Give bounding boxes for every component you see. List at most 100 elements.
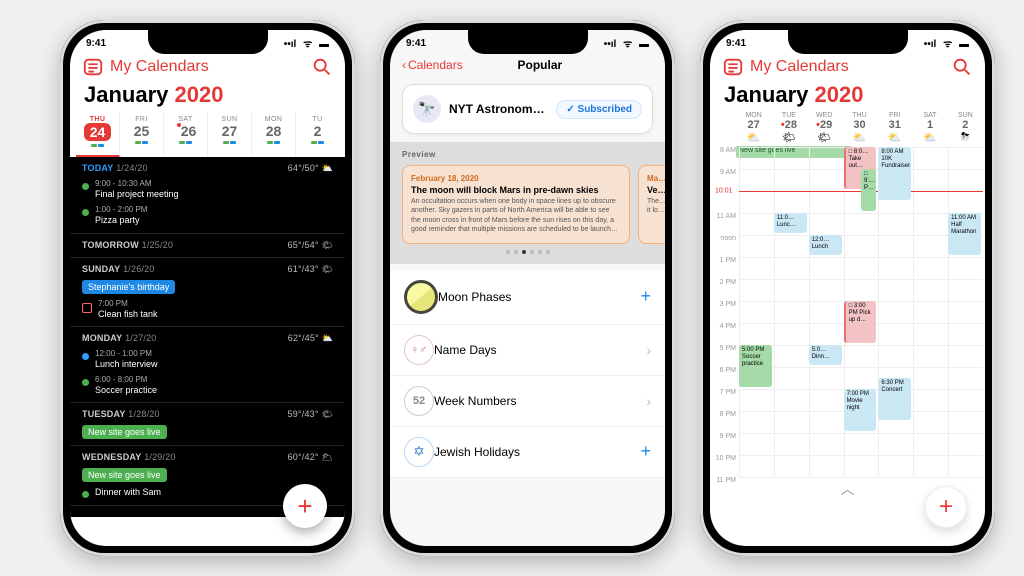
week-day-cell[interactable]: WED •29 🌤 bbox=[807, 112, 842, 144]
add-icon[interactable]: + bbox=[640, 441, 651, 462]
signal-icon: ••ıl bbox=[604, 39, 617, 50]
hour-label: 11 AM bbox=[710, 213, 736, 235]
search-icon[interactable] bbox=[311, 56, 333, 78]
page-dots[interactable] bbox=[402, 244, 653, 254]
agenda-list[interactable]: TODAY 1/24/20 64°/50° ⛅ 9:00 - 10:30 AMF… bbox=[70, 157, 345, 517]
week-day-cell[interactable]: MON 27 ⛅ bbox=[736, 112, 771, 144]
week-event[interactable]: 5:00 PM Soccer practice bbox=[739, 345, 772, 387]
signal-icon: ••ıl bbox=[284, 39, 297, 50]
battery-icon: ▬ bbox=[639, 39, 649, 50]
add-event-button[interactable]: + bbox=[925, 486, 967, 528]
week-day-cell[interactable]: SAT 1 ⛅ bbox=[912, 112, 947, 144]
name-icon: ♀♂ bbox=[404, 335, 434, 365]
suggestion-row[interactable]: ♀♂ Name Days › bbox=[390, 325, 665, 376]
week-event[interactable]: □ 3:00 PM Pick up d… bbox=[844, 301, 877, 343]
featured-calendar-card[interactable]: 🔭 NYT Astronomy and… ✓ Subscribed bbox=[402, 84, 653, 134]
calendar-suggestion-list: Moon Phases +♀♂ Name Days ›52 Week Numbe… bbox=[390, 270, 665, 478]
day-of-week: TU bbox=[296, 116, 339, 123]
status-time: 9:41 bbox=[726, 38, 746, 49]
all-day-pill: Stephanie's birthday bbox=[82, 280, 175, 294]
week-event[interactable]: 11:00 AM Half Marathon bbox=[948, 213, 981, 255]
week-event[interactable]: 12:0… Lunch bbox=[809, 235, 842, 255]
busy-indicator bbox=[76, 144, 119, 147]
weather-icon: 🌤 bbox=[771, 131, 806, 144]
chevron-left-icon: ‹ bbox=[402, 58, 406, 72]
agenda-day: SUNDAY 1/26/20 61°/43° 🌤Stephanie's birt… bbox=[70, 258, 345, 327]
hour-label: 9 PM bbox=[710, 433, 736, 455]
day-of-week: THU bbox=[76, 116, 119, 123]
moon-icon bbox=[404, 280, 438, 314]
notch bbox=[468, 30, 588, 54]
day-strip[interactable]: THU 24 FRI 25 SAT 26 SUN 27 MON 28 TU 2 bbox=[70, 112, 345, 157]
header-bar: My Calendars bbox=[70, 52, 345, 82]
year-label: 2020 bbox=[175, 82, 224, 107]
wifi-icon: ᯤ bbox=[623, 39, 632, 50]
day-of-week: SUN bbox=[948, 112, 983, 119]
agenda-event[interactable]: 7:00 PMClean fish tank bbox=[82, 299, 333, 320]
hour-label: 10 PM bbox=[710, 455, 736, 477]
day-of-week: SUN bbox=[208, 116, 251, 123]
month-title[interactable]: January 2020 bbox=[70, 82, 345, 112]
suggestion-label: Moon Phases bbox=[438, 290, 640, 304]
week-event[interactable]: 8:00 AM 10K Fundraiser bbox=[878, 147, 911, 200]
hour-label: 2 PM bbox=[710, 279, 736, 301]
preview-body: An occultation occurs when one body in s… bbox=[411, 197, 621, 235]
task-checkbox[interactable] bbox=[82, 303, 92, 313]
agenda-event[interactable]: 1:00 - 2:00 PMPizza party bbox=[82, 205, 333, 226]
agenda-event[interactable]: 12:00 - 1:00 PMLunch interview bbox=[82, 349, 333, 370]
day-of-week: SAT bbox=[912, 112, 947, 119]
agenda-event[interactable]: 6:00 - 8:00 PMSoccer practice bbox=[82, 375, 333, 396]
preview-date: Ma… bbox=[647, 174, 665, 183]
suggestion-row[interactable]: ✡ Jewish Holidays + bbox=[390, 427, 665, 478]
suggestion-row[interactable]: 52 Week Numbers › bbox=[390, 376, 665, 427]
week-day-header[interactable]: MON 27 ⛅TUE •28 🌤WED •29 🌤THU 30 ⛅FRI 31… bbox=[710, 112, 985, 144]
week-event[interactable]: 7:00 PM Movie night bbox=[844, 389, 877, 431]
day-cell[interactable]: MON 28 bbox=[252, 112, 296, 157]
all-day-pill: New site goes live bbox=[82, 468, 167, 482]
week-event[interactable]: □ 9:… P… bbox=[861, 169, 876, 211]
nav-title: Popular bbox=[427, 58, 653, 72]
week-day-cell[interactable]: THU 30 ⛅ bbox=[842, 112, 877, 144]
week-grid[interactable]: 8 AM9 AM11 AMnoon1 PM2 PM3 PM4 PM5 PM6 P… bbox=[710, 147, 983, 477]
weather-icon: ⛅ bbox=[736, 131, 771, 144]
hour-label: 3 PM bbox=[710, 301, 736, 323]
my-calendars-button[interactable]: My Calendars bbox=[750, 58, 849, 76]
calendar-color-dot bbox=[82, 379, 89, 386]
preview-carousel[interactable]: February 18, 2020 The moon will block Ma… bbox=[402, 165, 653, 244]
day-cell[interactable]: SUN 27 bbox=[208, 112, 252, 157]
weather-summary: 65°/54° 🌤 bbox=[288, 240, 333, 251]
add-icon[interactable]: + bbox=[640, 286, 651, 307]
my-calendars-button[interactable]: My Calendars bbox=[110, 58, 209, 76]
month-title[interactable]: January 2020 bbox=[710, 82, 985, 112]
preview-card[interactable]: February 18, 2020 The moon will block Ma… bbox=[402, 165, 630, 244]
day-cell[interactable]: FRI 25 bbox=[120, 112, 164, 157]
agenda-event[interactable]: Stephanie's birthday bbox=[82, 280, 333, 294]
day-cell[interactable]: THU 24 bbox=[76, 112, 120, 157]
week-day-cell[interactable]: FRI 31 ⛅ bbox=[877, 112, 912, 144]
week-event[interactable]: 6:30 PM Concert bbox=[878, 378, 911, 420]
day-cell[interactable]: TU 2 bbox=[296, 112, 339, 157]
agenda-day: TODAY 1/24/20 64°/50° ⛅ 9:00 - 10:30 AMF… bbox=[70, 157, 345, 234]
preview-card[interactable]: Ma… Ve… The… suf… it lo… bbox=[638, 165, 665, 244]
calendar-list-icon[interactable] bbox=[722, 56, 744, 78]
grid-body[interactable]: 10:01□ 8:0… Take out…8:00 AM 10K Fundrai… bbox=[739, 147, 983, 477]
event-text: 12:00 - 1:00 PMLunch interview bbox=[95, 349, 158, 370]
event-text: 1:00 - 2:00 PMPizza party bbox=[95, 205, 147, 226]
week-event[interactable]: 11:0… Lunc… bbox=[774, 213, 807, 233]
search-icon[interactable] bbox=[951, 56, 973, 78]
add-event-button[interactable]: + bbox=[283, 484, 327, 528]
week-day-cell[interactable]: SUN 2 ⛈ bbox=[948, 112, 983, 144]
calendar-list-icon[interactable] bbox=[82, 56, 104, 78]
agenda-event[interactable]: 9:00 - 10:30 AMFinal project meeting bbox=[82, 179, 333, 200]
phone-week-view: 9:41 ••ıl ᯤ ▬ My Calendars January 2020 … bbox=[700, 20, 995, 556]
day-number: 1 bbox=[912, 119, 947, 131]
subscribed-chip[interactable]: ✓ Subscribed bbox=[556, 100, 642, 119]
hour-label: noon bbox=[710, 235, 736, 257]
day-cell[interactable]: SAT 26 bbox=[164, 112, 208, 157]
week-day-cell[interactable]: TUE •28 🌤 bbox=[771, 112, 806, 144]
agenda-event[interactable]: New site goes live bbox=[82, 468, 333, 482]
week-event[interactable]: 5:0… Dinn… bbox=[809, 345, 842, 365]
agenda-event[interactable]: New site goes live bbox=[82, 425, 333, 439]
phone-interesting-calendars: 9:41 ••ıl ᯤ ▬ ‹ Calendars Popular 🔭 NYT … bbox=[380, 20, 675, 556]
suggestion-row[interactable]: Moon Phases + bbox=[390, 270, 665, 325]
